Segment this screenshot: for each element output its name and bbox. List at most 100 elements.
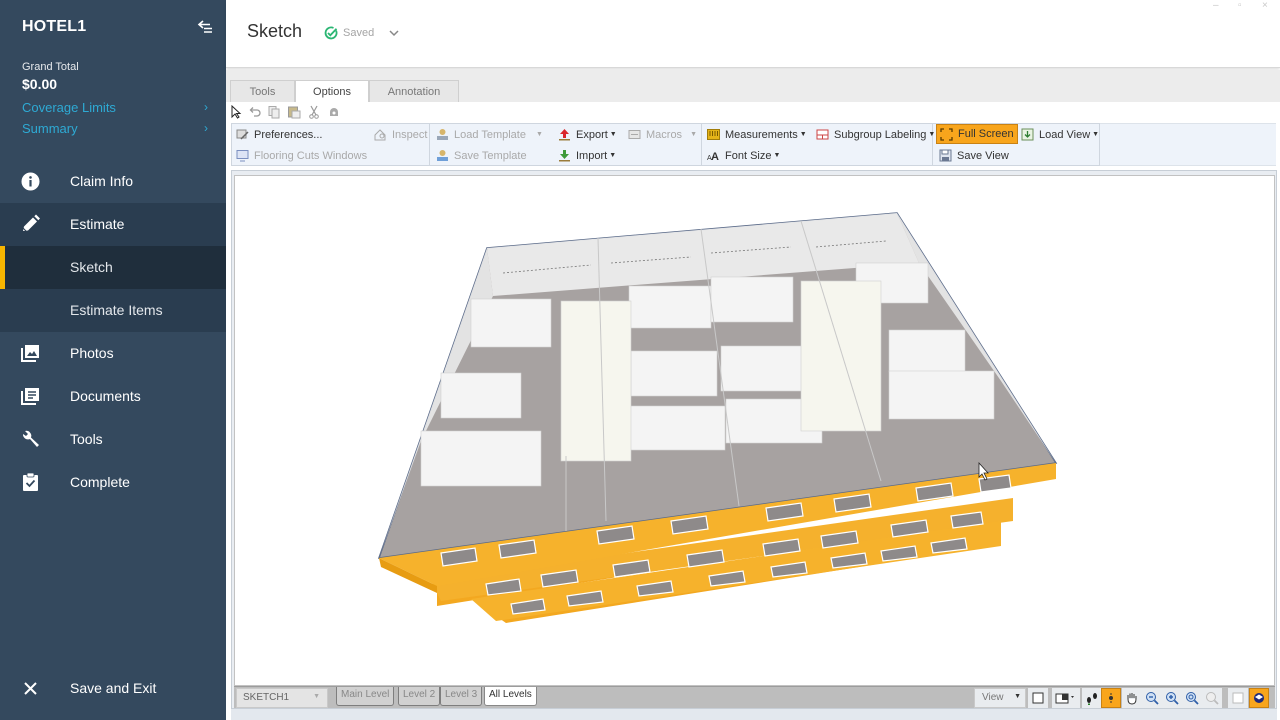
project-title: HOTEL1 xyxy=(22,18,87,35)
cut-icon[interactable] xyxy=(307,105,321,119)
save-view-button[interactable]: Save View xyxy=(939,147,1009,164)
save-view-label: Save View xyxy=(957,149,1009,162)
layout-tool-button[interactable] xyxy=(1052,688,1080,708)
nav-tools[interactable]: Tools xyxy=(0,418,226,461)
save-and-exit-button[interactable]: Save and Exit xyxy=(0,667,226,710)
load-view-icon xyxy=(1021,128,1034,141)
documents-icon xyxy=(21,388,39,405)
toggle-2d-button[interactable] xyxy=(1228,688,1248,708)
copy-icon[interactable] xyxy=(267,105,281,119)
save-and-exit-label: Save and Exit xyxy=(70,680,157,696)
rectangle-tool-button[interactable] xyxy=(1028,688,1048,708)
chevron-right-icon: › xyxy=(204,121,208,135)
save-template-button[interactable]: Save Template xyxy=(436,147,527,164)
view-select[interactable]: View ▼ xyxy=(974,688,1026,708)
summary-link[interactable]: Summary › xyxy=(22,121,212,136)
measurements-button[interactable]: Measurements ▼ xyxy=(707,126,807,143)
tab-annotation[interactable]: Annotation xyxy=(369,80,459,103)
nav-estimate[interactable]: Estimate xyxy=(0,203,226,246)
nav-label: Estimate xyxy=(70,216,125,232)
paste-icon[interactable] xyxy=(287,105,301,119)
chevron-down-icon[interactable] xyxy=(388,27,400,39)
options-ribbon: Preferences... Inspect Flooring Cuts Win… xyxy=(231,123,1100,166)
export-button[interactable]: Export ▼ xyxy=(558,126,617,143)
load-template-label: Load Template xyxy=(454,128,526,141)
flooring-cuts-windows-button[interactable]: Flooring Cuts Windows xyxy=(236,147,367,164)
tab-tools[interactable]: Tools xyxy=(230,80,295,103)
layout-icon xyxy=(1055,693,1074,704)
saved-label: Saved xyxy=(343,27,375,39)
pencil-icon xyxy=(22,214,40,232)
ribbon-empty-area xyxy=(1100,123,1276,166)
level-tab-3[interactable]: Level 3 xyxy=(440,687,483,706)
full-screen-button[interactable]: Full Screen xyxy=(936,124,1018,144)
dropdown-arrow-icon: ▼ xyxy=(609,152,617,159)
grand-total-value: $0.00 xyxy=(22,76,58,92)
nav-label: Sketch xyxy=(70,259,113,275)
macros-label: Macros xyxy=(646,128,683,141)
minimize-icon[interactable]: – xyxy=(1213,0,1219,11)
walk-tool-button[interactable] xyxy=(1082,688,1102,708)
sketch-canvas[interactable] xyxy=(234,175,1275,686)
level-tab-main[interactable]: Main Level xyxy=(336,687,395,706)
hand-icon xyxy=(1127,693,1137,705)
import-icon xyxy=(559,150,570,162)
nav-label: Estimate Items xyxy=(70,302,163,318)
zoom-fit-button[interactable] xyxy=(1182,688,1202,708)
maximize-icon[interactable]: ▫ xyxy=(1238,0,1242,11)
load-view-label: Load View xyxy=(1039,128,1091,141)
dropdown-arrow-icon: ▼ xyxy=(1014,693,1021,700)
close-icon xyxy=(24,682,37,695)
nav-photos[interactable]: Photos xyxy=(0,332,226,375)
load-view-button[interactable]: Load View ▼ xyxy=(1021,126,1099,143)
collapse-sidebar-icon[interactable] xyxy=(196,18,214,34)
preferences-button[interactable]: Preferences... xyxy=(236,126,322,143)
export-label: Export xyxy=(576,128,608,141)
zoom-out-button[interactable] xyxy=(1142,688,1162,708)
zoom-out-icon xyxy=(1146,692,1159,705)
sketch-select[interactable]: SKETCH1 ▼ xyxy=(236,688,328,708)
pan-tool-button[interactable] xyxy=(1122,688,1142,708)
zoom-in-icon xyxy=(1166,692,1179,705)
inspect-icon xyxy=(374,129,386,141)
stamp-icon[interactable] xyxy=(327,105,341,119)
toggle-3d-button[interactable] xyxy=(1249,688,1269,708)
ribbon-group-general: Preferences... Inspect Flooring Cuts Win… xyxy=(232,124,430,165)
info-icon xyxy=(21,172,40,191)
svg-text:A: A xyxy=(711,151,719,162)
sketch-select-value: SKETCH1 xyxy=(243,692,290,703)
zoom-previous-button[interactable] xyxy=(1202,688,1222,708)
dropdown-arrow-icon: ▼ xyxy=(609,131,617,138)
nav-claim-info[interactable]: Claim Info xyxy=(0,160,226,203)
close-window-icon[interactable]: × xyxy=(1262,0,1268,11)
level-tab-2[interactable]: Level 2 xyxy=(398,687,441,706)
level-tab-all[interactable]: All Levels xyxy=(484,687,537,706)
coverage-limits-link[interactable]: Coverage Limits › xyxy=(22,100,212,115)
select-pointer-icon[interactable] xyxy=(230,105,244,119)
inspect-label: Inspect xyxy=(392,128,428,141)
import-button[interactable]: Import ▼ xyxy=(558,147,616,164)
tab-options[interactable]: Options xyxy=(295,80,369,104)
orbit-icon xyxy=(1109,693,1113,703)
nav-sketch[interactable]: Sketch xyxy=(0,246,226,289)
nav-documents[interactable]: Documents xyxy=(0,375,226,418)
zoom-in-button[interactable] xyxy=(1162,688,1182,708)
load-template-button[interactable]: Load Template ▼ xyxy=(436,126,543,143)
measurements-label: Measurements xyxy=(725,128,798,141)
nav-complete[interactable]: Complete xyxy=(0,461,226,504)
dropdown-arrow-icon: ▼ xyxy=(1092,131,1100,138)
nav-estimate-items[interactable]: Estimate Items xyxy=(0,289,226,332)
subgroup-labeling-icon xyxy=(816,129,829,140)
building-3d-view[interactable] xyxy=(235,176,1276,687)
orbit-tool-button[interactable] xyxy=(1101,688,1121,708)
nav-label: Tools xyxy=(70,431,103,447)
ribbon-tabs: Tools Options Annotation xyxy=(226,70,1280,104)
undo-icon[interactable] xyxy=(248,105,262,119)
inspect-button[interactable]: Inspect xyxy=(374,126,427,143)
save-view-icon xyxy=(939,149,952,162)
subgroup-labeling-button[interactable]: Subgroup Labeling ▼ xyxy=(816,126,935,143)
checkbox-icon xyxy=(1232,692,1244,704)
ribbon-group-view: Full Screen Load View ▼ Save View xyxy=(933,124,1100,165)
macros-button[interactable]: Macros ▼ xyxy=(628,126,697,143)
font-size-button[interactable]: AA Font Size ▼ xyxy=(707,147,780,164)
